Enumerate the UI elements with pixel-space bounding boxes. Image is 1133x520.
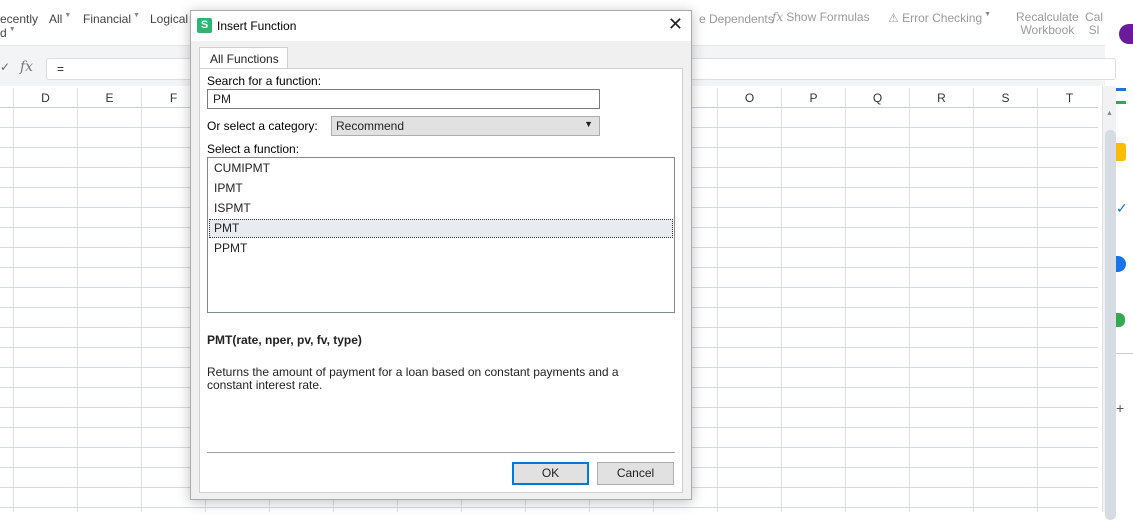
maps-icon[interactable] — [1116, 313, 1125, 327]
calc-label: Cal — [1085, 10, 1104, 24]
function-description: Returns the amount of payment for a loan… — [207, 365, 619, 392]
error-checking-label: Error Checking — [902, 11, 983, 25]
dialog-panel: Search for a function: PM Or select a ca… — [199, 68, 683, 493]
error-checking-button[interactable]: ⚠ Error Checking ▼ — [888, 11, 991, 25]
trace-dependents-button[interactable]: e Dependents — [699, 12, 774, 26]
category-value: Recommend — [336, 119, 405, 133]
recently-label: ecently — [0, 12, 39, 26]
dropdown-arrow-icon: ▼ — [584, 119, 593, 129]
all-label: All — [49, 12, 63, 26]
function-list-item[interactable]: CUMIPMT — [209, 159, 673, 178]
calc-label-2: Sl — [1088, 23, 1100, 37]
function-label: Select a function: — [207, 142, 300, 156]
avatar-icon[interactable] — [1119, 24, 1133, 44]
ok-button[interactable]: OK — [512, 462, 589, 485]
logical-label: Logical — [150, 12, 189, 26]
recalculate-workbook-button[interactable]: Recalculate Workbook — [1016, 11, 1079, 37]
tab-all-functions[interactable]: All Functions — [199, 47, 288, 69]
function-list-item[interactable]: PMT — [209, 219, 673, 238]
add-icon[interactable]: + — [1116, 400, 1124, 416]
keep-icon[interactable] — [1116, 143, 1126, 161]
recently-used-button[interactable]: ecently d ▼ — [0, 12, 38, 40]
divider — [1116, 353, 1133, 354]
calculate-sheet-button[interactable]: Cal Sl — [1085, 11, 1103, 37]
column-header[interactable]: T — [1037, 88, 1101, 108]
dialog-titlebar: S Insert Function ✕ — [191, 11, 691, 41]
function-list-item[interactable]: ISPMT — [209, 199, 673, 218]
all-button[interactable]: All ▼ — [49, 12, 71, 26]
cancel-button[interactable]: Cancel — [597, 462, 674, 485]
financial-button[interactable]: Financial ▼ — [83, 12, 140, 26]
recently-label-2: d — [0, 26, 7, 40]
side-panel: ✓ + — [1116, 0, 1133, 512]
function-list-item[interactable]: IPMT — [209, 179, 673, 198]
column-header[interactable]: R — [909, 88, 973, 108]
search-label: Search for a function: — [207, 74, 322, 88]
function-list-item[interactable]: PPMT — [209, 239, 673, 258]
column-header[interactable]: O — [717, 88, 781, 108]
show-formulas-button[interactable]: fx Show Formulas — [772, 10, 870, 24]
financial-label: Financial — [83, 12, 132, 26]
function-signature: PMT(rate, nper, pv, fv, type) — [207, 333, 362, 347]
check-icon[interactable]: ✓ — [0, 60, 10, 74]
fx-eye-icon: fx — [772, 10, 784, 24]
dialog-title: Insert Function — [217, 19, 297, 33]
category-label: Or select a category: — [207, 119, 318, 133]
recalc-label: Recalculate — [1016, 10, 1079, 24]
close-icon[interactable]: ✕ — [668, 14, 683, 35]
column-header[interactable]: P — [781, 88, 845, 108]
recalc-label-2: Workbook — [1020, 23, 1075, 37]
app-logo-icon: S — [197, 18, 212, 33]
search-input[interactable]: PM — [207, 89, 600, 109]
show-formulas-label: Show Formulas — [786, 10, 870, 24]
tasks-icon[interactable]: ✓ — [1116, 200, 1128, 217]
vertical-scrollbar[interactable]: ▲ — [1102, 86, 1116, 520]
column-header[interactable]: D — [13, 88, 77, 108]
insert-function-dialog: S Insert Function ✕ All Functions Search… — [190, 10, 692, 500]
logical-button[interactable]: Logical — [150, 12, 188, 26]
function-list[interactable]: CUMIPMT IPMT ISPMT PMT PPMT — [207, 157, 675, 313]
column-header[interactable]: E — [77, 88, 141, 108]
contacts-icon[interactable] — [1116, 256, 1126, 272]
scroll-up-icon[interactable]: ▲ — [1106, 110, 1113, 117]
column-header[interactable]: S — [973, 88, 1037, 108]
warning-icon: ⚠ — [888, 11, 899, 25]
scroll-thumb[interactable] — [1105, 130, 1116, 520]
fx-icon[interactable]: fx — [20, 59, 33, 75]
category-select[interactable]: Recommend ▼ — [331, 116, 600, 136]
column-header[interactable]: Q — [845, 88, 909, 108]
calendar-icon[interactable] — [1116, 88, 1126, 104]
divider — [207, 452, 675, 453]
